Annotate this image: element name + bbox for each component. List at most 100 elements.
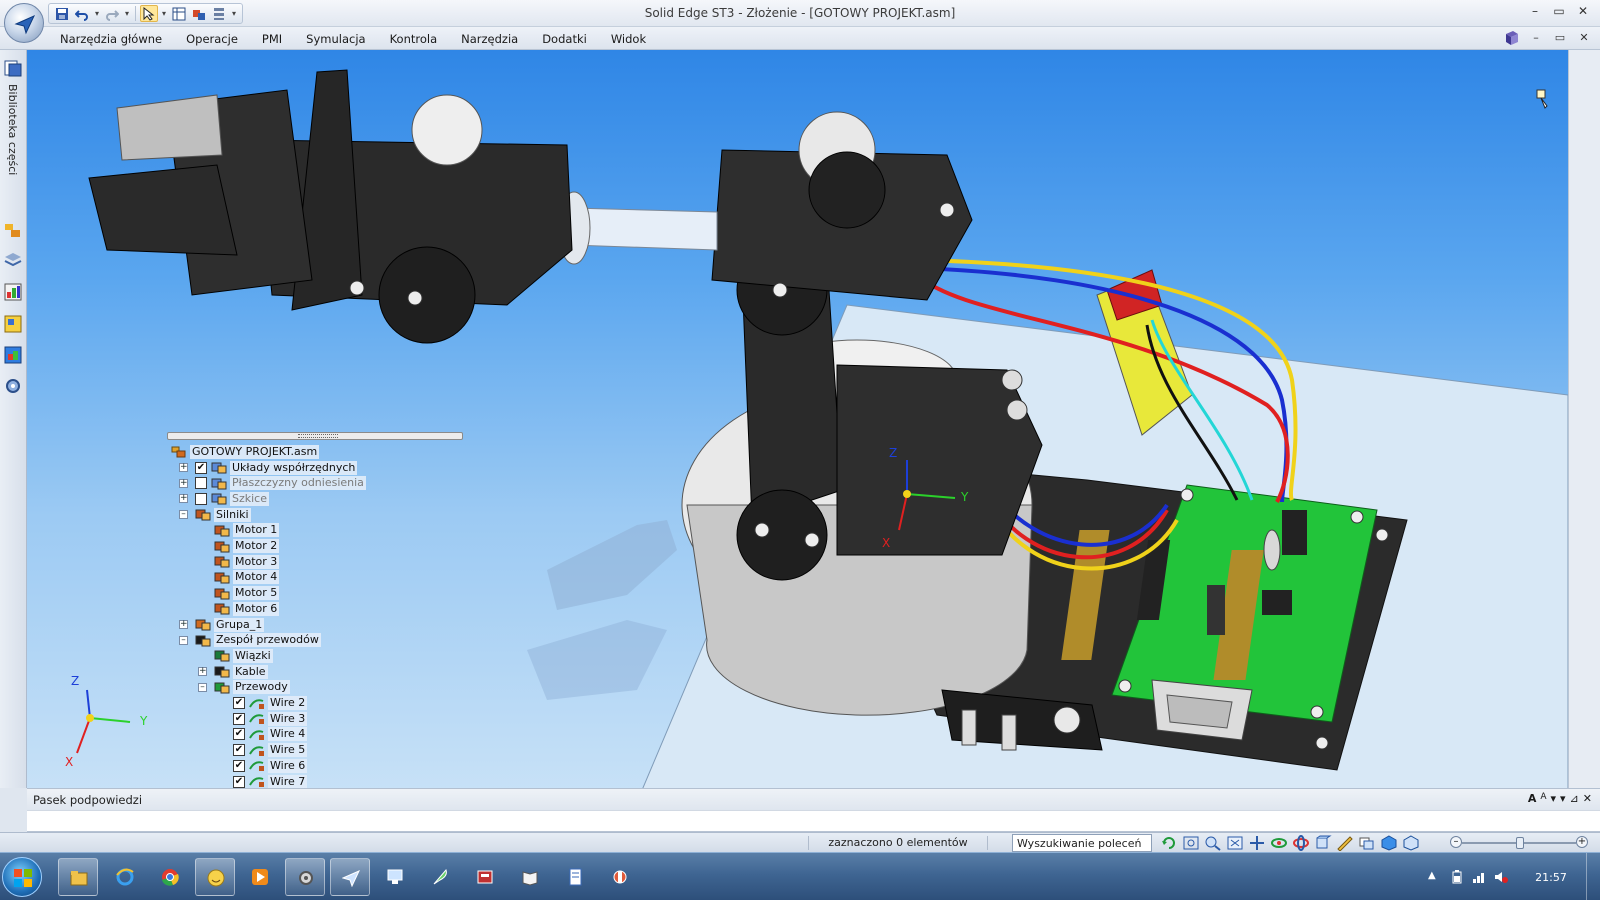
undo-dropdown-icon[interactable]: ▾ (93, 9, 101, 18)
tree-checkbox[interactable]: ✔ (233, 697, 245, 709)
layers-icon[interactable] (3, 250, 23, 270)
tree-checkbox[interactable]: ✔ (233, 712, 245, 725)
tree-checkbox[interactable]: ✔ (233, 728, 245, 741)
minimize-button[interactable]: – (1526, 2, 1544, 20)
taskbar-app-smile[interactable] (195, 858, 235, 896)
taskbar-app-feather[interactable] (420, 858, 460, 896)
tree-expander[interactable]: + (198, 667, 207, 677)
tree-item[interactable]: Motor 4 (198, 570, 280, 585)
tree-item[interactable]: + Grupa_1 (179, 617, 265, 632)
tree-item[interactable]: Motor 6 (198, 601, 280, 616)
tree-item[interactable]: ✔ Wire 5 (217, 743, 308, 758)
tree-expander[interactable]: + (179, 494, 188, 504)
tree-item[interactable]: ✔ Wire 4 (217, 727, 308, 742)
tree-item[interactable]: + Kable (198, 664, 268, 679)
customize-qat-icon[interactable]: ▾ (230, 9, 238, 18)
tree-expander[interactable]: + (179, 620, 188, 629)
volume-muted-icon[interactable] (1494, 870, 1508, 884)
taskbar-app-book[interactable] (510, 858, 550, 896)
tab-operacje[interactable]: Operacje (174, 30, 250, 48)
undo-button[interactable] (73, 5, 91, 22)
tree-checkbox[interactable] (195, 477, 207, 490)
redo-button[interactable] (103, 5, 121, 22)
assembly-tree-button[interactable] (210, 5, 228, 22)
taskbar-chrome[interactable] (150, 858, 190, 896)
select-dropdown-icon[interactable]: ▾ (160, 9, 168, 18)
restore-button[interactable]: ▭ (1550, 2, 1568, 20)
tree-drag-handle[interactable] (167, 432, 463, 440)
tree-checkbox[interactable]: ✔ (233, 744, 245, 757)
battery-icon[interactable] (1450, 870, 1464, 884)
network-tray-icon[interactable] (1472, 870, 1486, 884)
zoom-icon[interactable] (1204, 835, 1222, 851)
tab-dodatki[interactable]: Dodatki (530, 30, 599, 48)
tree-item[interactable]: Motor 2 (198, 539, 280, 554)
tree-checkbox[interactable]: ✔ (233, 759, 245, 772)
taskbar-app-gear[interactable] (285, 858, 325, 896)
sketch-view-icon[interactable] (1336, 835, 1354, 851)
taskbar-clock[interactable]: 21:57 (1516, 871, 1586, 884)
tree-checkbox[interactable]: ✔ (233, 775, 245, 788)
doc-close-button[interactable]: ✕ (1576, 30, 1592, 46)
zoom-in-button[interactable]: + (1576, 836, 1588, 848)
features-icon[interactable] (3, 220, 23, 240)
tree-item[interactable]: Wiązki (198, 648, 273, 663)
tree-item[interactable]: – Zespół przewodów (179, 633, 321, 648)
refresh-icon[interactable] (1160, 835, 1178, 851)
hint-pin-button[interactable]: ⊿ (1570, 792, 1579, 805)
tree-item[interactable]: ✔ Wire 3 (217, 711, 308, 726)
visible-edges-icon[interactable] (1402, 835, 1420, 851)
close-button[interactable]: ✕ (1574, 2, 1592, 20)
tree-expander[interactable]: + (179, 478, 188, 488)
tree-expander[interactable]: – (179, 635, 188, 645)
fit-icon[interactable] (1226, 835, 1244, 851)
zoom-knob[interactable] (1516, 837, 1524, 849)
zoom-area-icon[interactable] (1182, 835, 1200, 851)
tab-pmi[interactable]: PMI (250, 30, 294, 48)
tab-widok[interactable]: Widok (599, 30, 658, 48)
tree-item[interactable]: + Płaszczyzny odniesienia (179, 476, 366, 491)
3d-viewport[interactable]: Z Y X Z Y X GOTOWY PROJEKT.asm + ✔ Układy … (27, 50, 1568, 802)
tree-expander[interactable]: – (179, 510, 188, 520)
hint-options-button[interactable]: ▾ (1560, 792, 1566, 805)
select-tools-icon[interactable] (3, 314, 23, 334)
common-views-icon[interactable] (1314, 835, 1332, 851)
command-search-input[interactable] (1012, 834, 1152, 852)
tab-narzedzia[interactable]: Narzędzia (449, 30, 530, 48)
tree-item[interactable]: – Przewody (198, 680, 290, 695)
tree-item[interactable]: + Szkice (179, 491, 269, 506)
part-library-button[interactable] (190, 5, 208, 22)
part-library-tab[interactable]: Biblioteka części (3, 58, 24, 188)
taskbar-app-doc[interactable] (555, 858, 595, 896)
tree-root[interactable]: GOTOWY PROJEKT.asm (171, 444, 320, 459)
save-button[interactable] (53, 5, 71, 22)
redo-dropdown-icon[interactable]: ▾ (123, 9, 131, 18)
tree-item[interactable]: ✔ Wire 2 (217, 696, 308, 711)
taskbar-app-red[interactable] (465, 858, 505, 896)
spin-about-icon[interactable] (1292, 835, 1310, 851)
tree-expander[interactable]: + (179, 463, 188, 472)
scene-colors-icon[interactable] (3, 345, 23, 365)
application-button[interactable] (4, 3, 44, 43)
font-decrease-button[interactable]: A (1540, 792, 1546, 805)
tab-symulacja[interactable]: Symulacja (294, 30, 377, 48)
rotate-icon[interactable] (1270, 835, 1288, 851)
tree-expander[interactable]: – (198, 682, 207, 692)
zoom-slider[interactable]: – + (1450, 836, 1588, 850)
tree-checkbox[interactable]: ✔ (195, 461, 207, 474)
settings-gear-icon[interactable] (3, 376, 23, 396)
tree-item[interactable]: ✔ Wire 7 (217, 774, 308, 789)
taskbar-media[interactable] (240, 858, 280, 896)
tab-kontrola[interactable]: Kontrola (378, 30, 450, 48)
tree-item[interactable]: ✔ Wire 6 (217, 758, 308, 773)
hint-dropdown-button[interactable]: ▾ (1551, 792, 1557, 805)
tab-narzedzia-glowne[interactable]: Narzędzia główne (48, 30, 174, 48)
taskbar-explorer[interactable] (58, 858, 98, 896)
taskbar-app-blue[interactable] (375, 858, 415, 896)
help-book-icon[interactable] (1504, 30, 1520, 46)
taskbar-ie[interactable] (105, 858, 145, 896)
start-button[interactable] (2, 857, 42, 897)
tree-checkbox[interactable] (195, 492, 207, 505)
doc-restore-button[interactable]: ▭ (1552, 30, 1568, 46)
tray-expand-icon[interactable]: ▲ (1428, 870, 1442, 884)
